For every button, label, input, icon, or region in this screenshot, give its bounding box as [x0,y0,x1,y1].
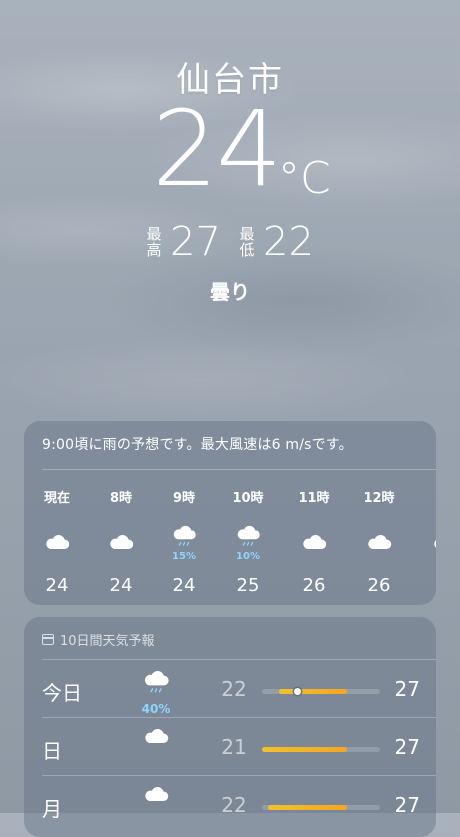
hour-temperature: 26 [367,575,391,596]
temperature-range-fill [267,805,347,810]
high-temperature: 27 [394,793,420,817]
hourly-item: 現在 24 [26,487,88,596]
hourly-summary: 9:00頃に雨の予想です。最大風速は6 m/sです。 [42,437,353,453]
hourly-item: 12時 26 [348,487,410,596]
hourly-item: 8時 24 [90,487,152,596]
temperature-range-bar [262,747,380,752]
cloud-icon [90,517,152,551]
precip-chance [90,551,152,563]
high-temperature: 27 [394,677,420,701]
hour-label: 8時 [109,491,133,506]
high-temperature: 27 [394,735,420,759]
precip-chance: 15% [172,551,196,562]
temperature-unit: °C [278,153,331,204]
cloud-rain-icon [217,517,279,551]
hourly-forecast-card[interactable]: 9:00頃に雨の予想です。最大風速は6 m/sです。 現在 24 8時 24 9時 15%… [24,421,436,605]
cloud-icon [26,517,88,551]
low-temperature: 22 [221,677,247,701]
precip-chance [348,551,410,563]
daily-header: 10日間天気予報 [42,630,155,649]
divider [42,469,436,470]
hour-label: 現在 [43,491,70,506]
precip-chance [283,551,345,563]
calendar-icon [42,634,54,645]
low-label: 最低 [239,225,255,259]
low-temperature: 22 [263,219,314,265]
high-low: 最高 27 最低 22 [0,220,460,268]
hourly-item: 11時 26 [283,487,345,596]
cloud-icon [136,728,176,749]
hour-label: 10時 [232,491,264,506]
cloud-icon [348,517,410,551]
daily-header-label: 10日間天気予報 [60,634,155,649]
day-label: 月 [42,797,62,821]
hour-label: 12時 [363,491,395,506]
precip-chance: 10% [236,551,260,562]
precip-chance: 40% [141,702,171,716]
current-temperature: 24 [152,88,282,210]
precip-chance [26,551,88,563]
cloud-icon [136,786,176,807]
hour-temperature: 24 [45,575,69,596]
hourly-item: 1 [414,487,436,575]
hour-temperature: 26 [302,575,326,596]
cloud-rain-icon [153,517,215,551]
high-temperature: 27 [170,219,221,265]
hour-temperature: 25 [236,575,260,596]
temperature-range-fill [278,689,347,694]
day-label: 今日 [42,681,82,705]
condition-text: 曇り [210,280,250,304]
daily-forecast-card[interactable]: 10日間天気予報 今日 40% 22 27 日 21 27 月 22 27 [24,617,436,837]
hour-label: 9時 [172,491,196,506]
cloud-icon [283,517,345,551]
hour-label: 11時 [298,491,330,506]
daily-row[interactable]: 日 21 27 [24,718,436,776]
low-temperature: 21 [221,735,247,759]
day-label: 日 [42,739,62,763]
hour-temperature: 24 [172,575,196,596]
temperature-range-bar [262,688,380,695]
cloud-icon [414,517,436,551]
precip-chance [414,551,436,563]
hourly-item: 10時 10% 25 [217,487,279,596]
daily-row[interactable]: 月 22 27 [24,776,436,834]
daily-row[interactable]: 今日 40% 22 27 [24,660,436,718]
cloud-rain-icon: 40% [136,670,176,716]
hourly-item: 9時 15% 24 [153,487,215,596]
current-weather: 仙台市 24 °C 最高 27 最低 22 曇り [0,52,460,304]
temperature-range-bar [262,805,380,810]
hour-label: 1 [414,487,436,505]
high-label: 最高 [146,225,162,259]
low-temperature: 22 [221,793,247,817]
temperature-range-fill [262,747,347,752]
hour-temperature: 24 [109,575,133,596]
